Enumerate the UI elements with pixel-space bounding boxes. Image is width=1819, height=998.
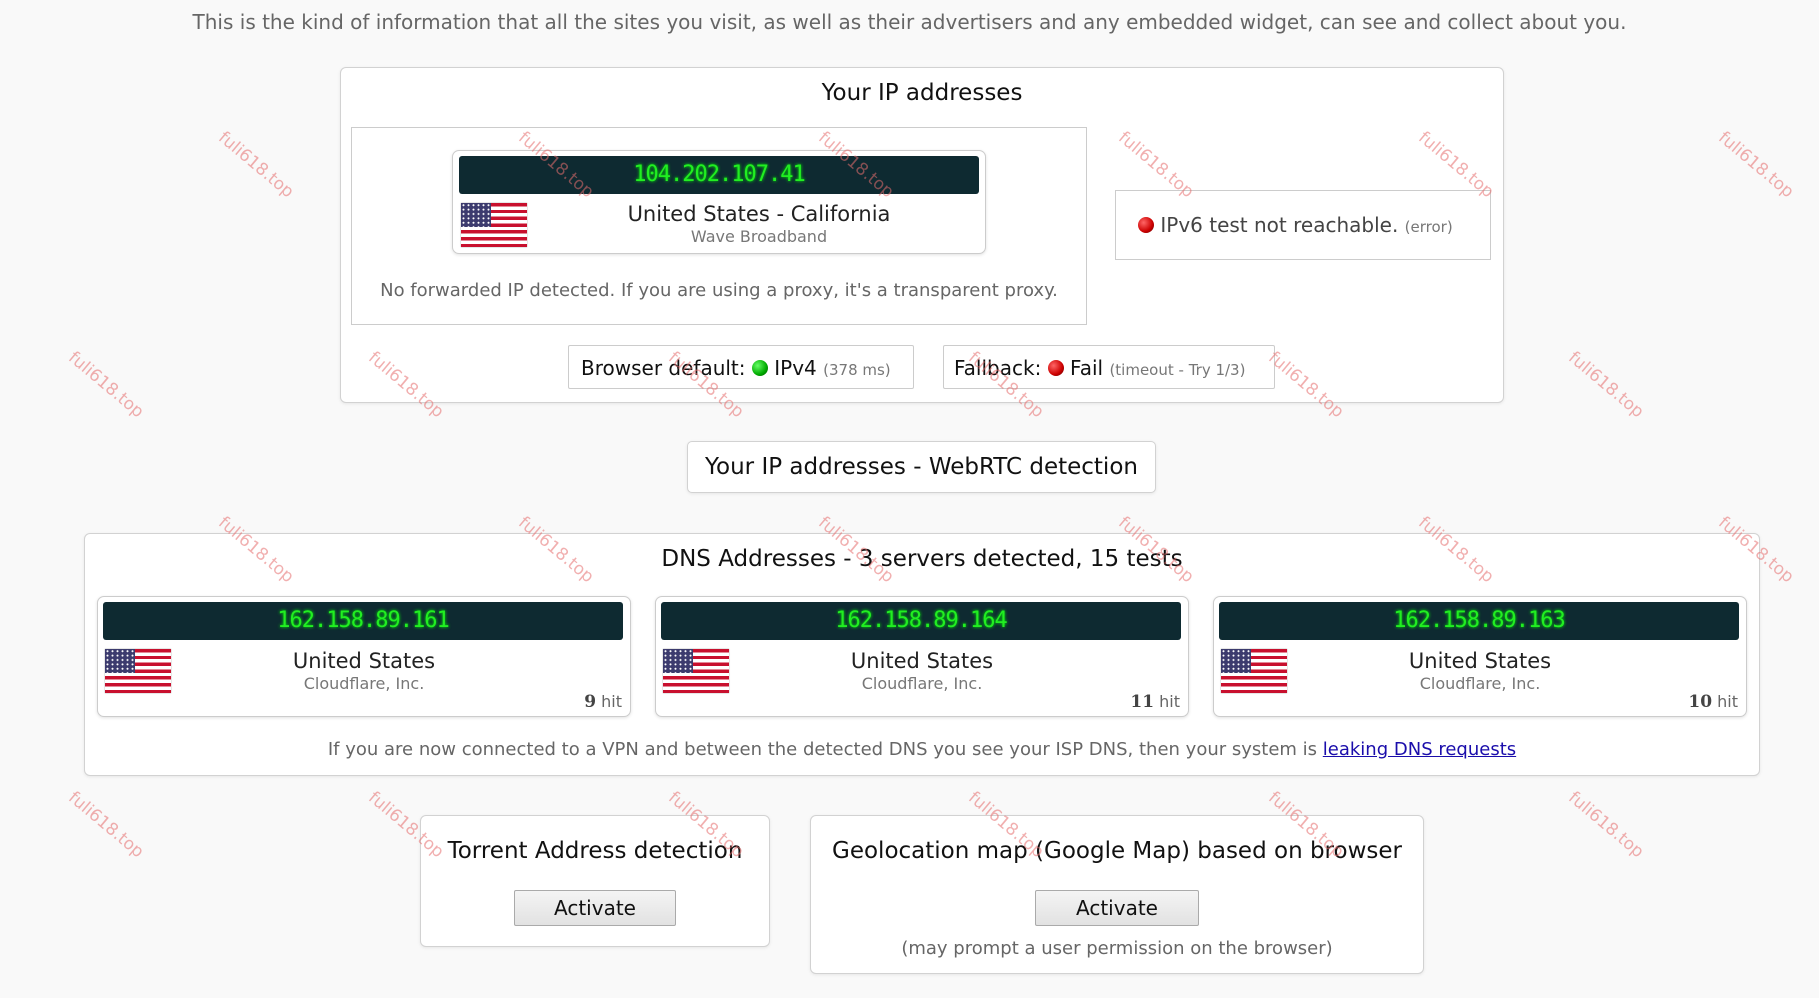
browser-default-time: (378 ms) [823,361,891,379]
ipv4-card: 104.202.107.41 United States - Californi… [452,150,986,254]
fail-status-icon [1047,360,1064,376]
dns-server-ip[interactable]: 162.158.89.163 [1219,602,1739,640]
geolocation-note: (may prompt a user permission on the bro… [901,938,1333,959]
geolocation-title: Geolocation map (Google Map) based on br… [832,838,1402,864]
ipv4-address[interactable]: 104.202.107.41 [459,156,979,194]
dns-server-hits: 10 hit [1688,692,1738,712]
watermark-text: fuli618.top [1564,787,1648,863]
dns-server-card: 162.158.89.164 United States Cloudflare,… [655,596,1189,717]
watermark-text: fuli618.top [1714,127,1798,203]
browser-default-value: IPv4 [774,356,817,380]
torrent-detection-title: Torrent Address detection [447,838,743,864]
dns-server-country: United States [292,649,436,673]
fallback-value: Fail [1070,356,1104,380]
us-flag-icon [461,203,527,247]
fallback-detail: (timeout - Try 1/3) [1109,361,1246,379]
dns-server-hits: 9 hit [584,692,622,712]
browser-default-label: Browser default: [581,356,746,380]
watermark-text: fuli618.top [1564,347,1648,423]
dns-server-ip[interactable]: 162.158.89.164 [661,602,1181,640]
dns-server-hits: 11 hit [1130,692,1180,712]
ip-location: United States - California [627,202,891,226]
browser-default-pill: Browser default: IPv4 (378 ms) [568,345,914,389]
dns-leak-text: If you are now connected to a VPN and be… [327,739,1318,760]
intro-text: This is the kind of information that all… [192,10,1627,34]
geolocation-activate-button[interactable]: Activate [1035,890,1199,926]
leaking-dns-link[interactable]: leaking DNS requests [1323,739,1516,760]
dns-leak-note: If you are now connected to a VPN and be… [85,739,1759,760]
torrent-detection-panel: Torrent Address detection Activate [420,815,770,947]
webrtc-detection-button[interactable]: Your IP addresses - WebRTC detection [687,441,1156,493]
dns-addresses-title: DNS Addresses - 3 servers detected, 15 t… [661,546,1183,572]
ipv6-status-text: IPv6 test not reachable. [1160,213,1399,237]
watermark-text: fuli618.top [64,347,148,423]
webrtc-detection-label: Your IP addresses - WebRTC detection [705,454,1138,480]
geolocation-panel: Geolocation map (Google Map) based on br… [810,815,1424,974]
dns-server-isp: Cloudflare, Inc. [1419,674,1541,693]
dns-server-country: United States [1408,649,1552,673]
ip-addresses-title: Your IP addresses [821,80,1023,106]
ip-isp: Wave Broadband [690,227,828,246]
forwarded-ip-note: No forwarded IP detected. If you are usi… [380,280,1058,301]
watermark-text: fuli618.top [214,127,298,203]
ok-status-icon [751,360,768,376]
dns-server-ip[interactable]: 162.158.89.161 [103,602,623,640]
dns-server-card: 162.158.89.163 United States Cloudflare,… [1213,596,1747,717]
fallback-label: Fallback: [954,356,1042,380]
ipv4-inner-panel: 104.202.107.41 United States - Californi… [351,127,1087,325]
dns-server-country: United States [850,649,994,673]
error-status-icon [1138,217,1154,233]
dns-addresses-panel: DNS Addresses - 3 servers detected, 15 t… [84,533,1760,776]
dns-server-isp: Cloudflare, Inc. [303,674,425,693]
dns-server-card: 162.158.89.161 United States Cloudflare,… [97,596,631,717]
dns-server-isp: Cloudflare, Inc. [861,674,983,693]
fallback-pill: Fallback: Fail (timeout - Try 1/3) [943,345,1275,389]
ipv6-status-panel: IPv6 test not reachable. (error) [1115,190,1491,260]
watermark-text: fuli618.top [64,787,148,863]
ipv6-error-label: (error) [1404,218,1453,236]
ip-addresses-panel: Your IP addresses 104.202.107.41 United … [340,67,1504,403]
torrent-activate-button[interactable]: Activate [514,890,676,926]
